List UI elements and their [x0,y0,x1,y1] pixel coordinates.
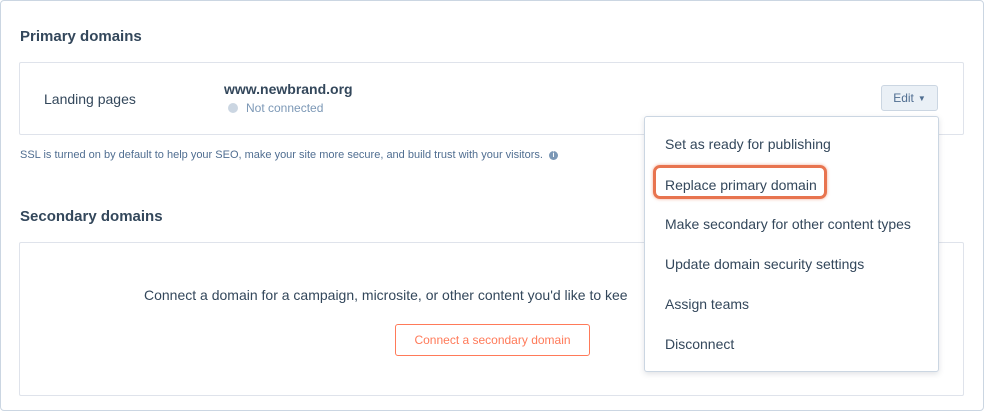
menu-item-disconnect[interactable]: Disconnect [665,336,734,352]
edit-label: Edit [893,91,914,105]
connect-secondary-domain-button[interactable]: Connect a secondary domain [395,324,590,356]
connection-status: Not connected [228,101,323,115]
menu-item-update-security-settings[interactable]: Update domain security settings [665,256,864,272]
info-icon[interactable]: i [548,150,558,160]
menu-item-assign-teams[interactable]: Assign teams [665,296,749,312]
caret-down-icon: ▼ [917,93,926,103]
status-text: Not connected [246,101,324,115]
menu-item-replace-primary-domain[interactable]: Replace primary domain [665,177,817,193]
menu-item-set-ready-for-publishing[interactable]: Set as ready for publishing [665,136,831,152]
status-dot-icon [228,103,238,113]
settings-panel: Primary domains Landing pages www.newbra… [0,0,984,411]
domain-name: www.newbrand.org [224,81,353,97]
ssl-note: SSL is turned on by default to help your… [20,149,558,161]
connect-domain-text: Connect a domain for a campaign, microsi… [144,287,628,303]
edit-button[interactable]: Edit ▼ [881,85,938,111]
menu-item-make-secondary[interactable]: Make secondary for other content types [665,216,911,232]
ssl-note-text: SSL is turned on by default to help your… [20,149,543,161]
landing-pages-label: Landing pages [44,91,136,107]
edit-dropdown-menu: Set as ready for publishing Replace prim… [644,116,939,372]
primary-domains-title: Primary domains [20,28,142,45]
secondary-domains-title: Secondary domains [20,208,163,225]
